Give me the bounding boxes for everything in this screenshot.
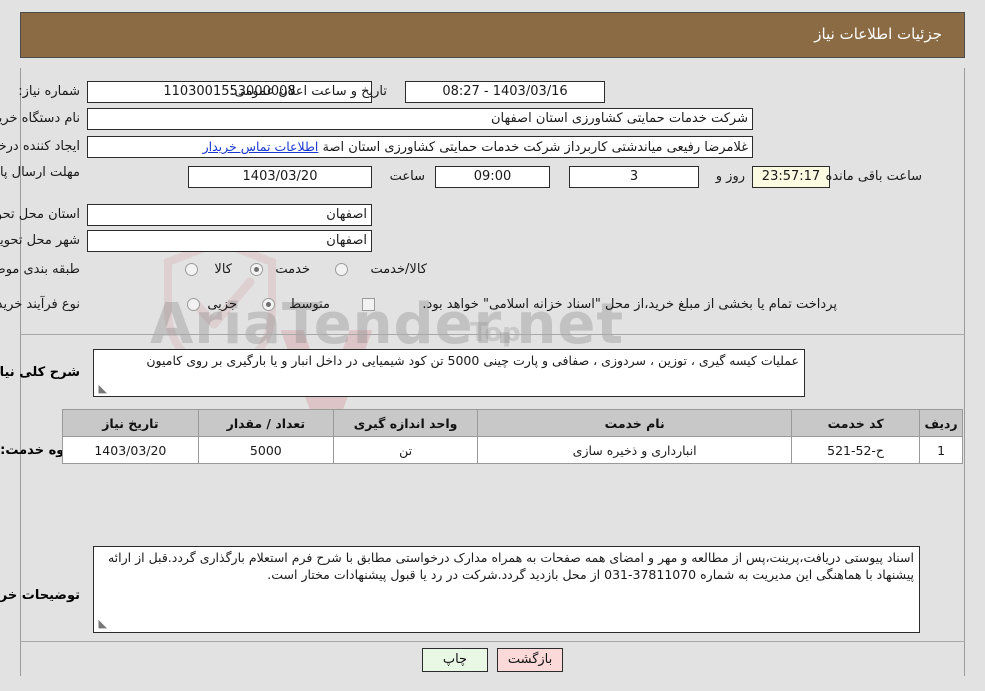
buyer-notes-textarea[interactable]: اسناد پیوستی دریافت،پرینت،پس از مطالعه و…: [93, 546, 920, 633]
radio-category-khedmat-label: خدمت: [275, 262, 310, 277]
city-field[interactable]: اصفهان: [87, 230, 372, 252]
cell-unit: تن: [332, 436, 479, 464]
description-textarea[interactable]: عملیات کیسه گیری ، توزین ، سردوزی ، صفاف…: [93, 349, 805, 397]
creator-field[interactable]: غلامرضا رفیعی میاندشتی کاربرداز شرکت خدم…: [87, 136, 753, 158]
remaining-time-label: ساعت باقی مانده: [825, 169, 922, 184]
province-field[interactable]: اصفهان: [87, 204, 372, 226]
page-header-bar: جزئیات اطلاعات نیاز: [20, 12, 965, 58]
description-label: شرح کلی نیاز:: [0, 365, 80, 380]
deadline-hour-field[interactable]: 09:00: [435, 166, 550, 188]
cell-quantity: 5000: [197, 436, 334, 464]
remaining-days-field: 3: [569, 166, 699, 188]
column-header-name: نام خدمت: [477, 409, 793, 437]
radio-process-jozi-label: جزیی: [207, 297, 237, 312]
buyer-notes-label: توضیحات خریدار:: [0, 588, 80, 603]
cell-index: 1: [919, 436, 963, 464]
print-button[interactable]: چاپ: [421, 648, 488, 672]
column-header-index: ردیف: [919, 409, 963, 437]
section-divider-bottom: [20, 641, 965, 642]
remaining-days-label: روز و: [715, 169, 745, 184]
radio-category-khedmat[interactable]: [250, 263, 263, 276]
cell-name: انبارداری و ذخیره سازی: [477, 436, 793, 464]
back-button[interactable]: بازگشت: [497, 648, 564, 672]
creator-value: غلامرضا رفیعی میاندشتی کاربرداز شرکت خدم…: [322, 140, 748, 155]
buyer-contact-link[interactable]: اطلاعات تماس خریدار: [203, 139, 319, 154]
buyer-org-label: نام دستگاه خریدار:: [0, 111, 80, 126]
treasury-bonds-checkbox[interactable]: [362, 298, 375, 311]
deadline-date-field[interactable]: 1403/03/20: [188, 166, 372, 188]
radio-category-kala[interactable]: [185, 263, 198, 276]
page-root: V Top AriaTender.net جزئیات اطلاعات نیاز…: [0, 0, 985, 691]
page-title: جزئیات اطلاعات نیاز: [814, 25, 942, 43]
cell-code: ح-52-521: [791, 436, 921, 464]
treasury-bonds-label: پرداخت تمام یا بخشی از مبلغ خرید،از محل …: [422, 297, 837, 312]
radio-process-motevaset-label: متوسط: [289, 297, 330, 312]
radio-category-kala-label: کالا: [214, 262, 232, 277]
table-row: 1 ح-52-521 انبارداری و ذخیره سازی تن 500…: [62, 436, 963, 464]
action-button-row: بازگشت چاپ: [0, 648, 985, 672]
remaining-time-countdown: 23:57:17: [752, 166, 830, 188]
buyer-notes-resize-grip[interactable]: ◣: [99, 618, 107, 629]
city-label: شهر محل تحویل:: [0, 233, 80, 248]
process-label: نوع فرآیند خرید :: [0, 297, 80, 312]
deadline-label: مهلت ارسال پاسخ: تا تاریخ:: [0, 165, 80, 180]
cell-date: 1403/03/20: [62, 436, 199, 464]
column-header-quantity: تعداد / مقدار: [197, 409, 334, 437]
column-header-code: کد خدمت: [791, 409, 921, 437]
column-header-date: تاریخ نیاز: [62, 409, 199, 437]
description-resize-grip[interactable]: ◣: [99, 383, 107, 394]
province-label: استان محل تحویل:: [0, 207, 80, 222]
services-table: ردیف کد خدمت نام خدمت واحد اندازه گیری ت…: [62, 409, 963, 464]
creator-label: ایجاد کننده درخواست:: [0, 139, 80, 154]
radio-category-kala-khedmat-label: کالا/خدمت: [370, 262, 427, 277]
category-label: طبقه بندی موضوعی:: [0, 262, 80, 277]
deadline-hour-label: ساعت: [389, 169, 425, 184]
section-divider-top: [20, 334, 965, 335]
need-number-label: شماره نیاز:: [18, 84, 80, 99]
announce-datetime-label: تاریخ و ساعت اعلان عمومی:: [230, 84, 387, 99]
table-header-row: ردیف کد خدمت نام خدمت واحد اندازه گیری ت…: [62, 409, 963, 437]
announce-datetime-field[interactable]: 08:27 - 1403/03/16: [405, 81, 605, 103]
radio-process-jozi[interactable]: [187, 298, 200, 311]
column-header-unit: واحد اندازه گیری: [332, 409, 479, 437]
buyer-org-field[interactable]: شرکت خدمات حمایتی کشاورزی استان اصفهان: [87, 108, 753, 130]
radio-category-kala-khedmat[interactable]: [335, 263, 348, 276]
radio-process-motevaset[interactable]: [262, 298, 275, 311]
